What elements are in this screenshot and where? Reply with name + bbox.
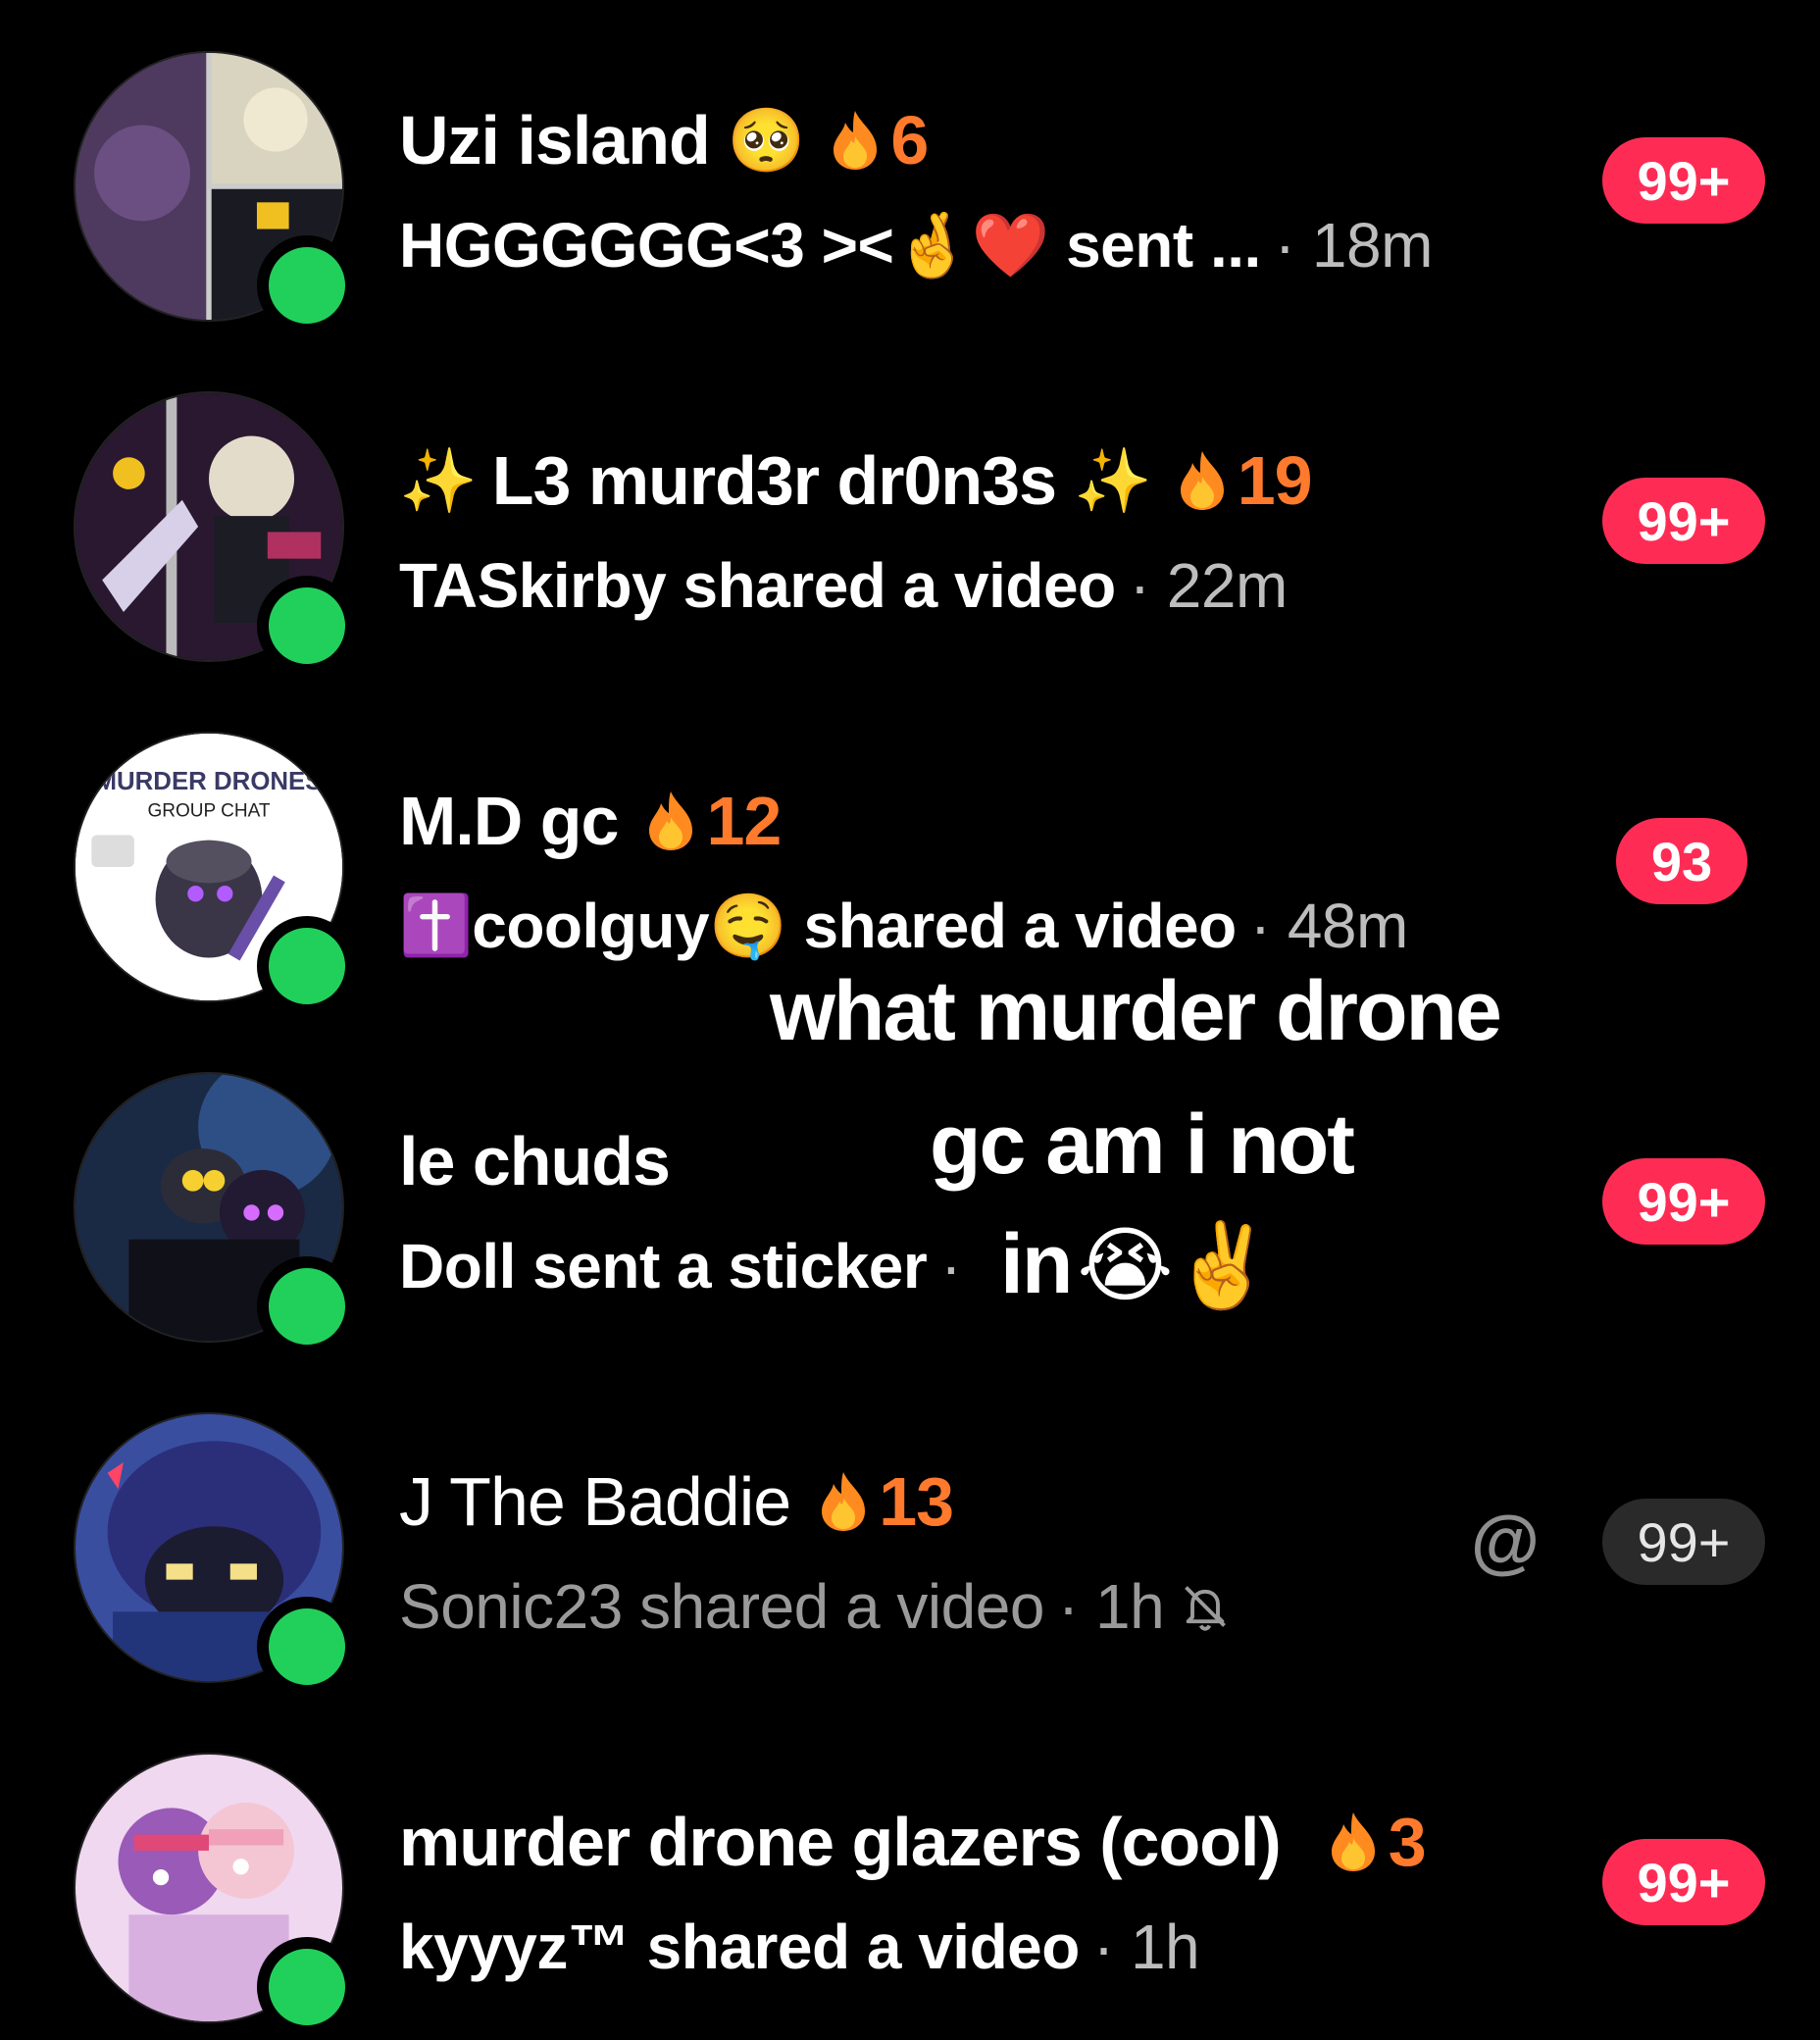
unread-badge: 99+ bbox=[1602, 1158, 1765, 1245]
chat-preview-line: kyyyz™ shared a video · 1h bbox=[399, 1906, 1200, 1988]
chat-time: · 48m bbox=[1249, 891, 1409, 961]
streak-number: 6 bbox=[890, 102, 929, 178]
flame-icon bbox=[1180, 451, 1224, 510]
bell-off-icon bbox=[1185, 1586, 1227, 1631]
chat-row-murder-drone-glazers[interactable]: murder drone glazers (cool) 3 kyyyz™ sha… bbox=[0, 1741, 1820, 2037]
chat-time: · 1h bbox=[1092, 1912, 1200, 1982]
chat-title: J The Baddie bbox=[399, 1463, 791, 1540]
crying-peace-emoji: 😭✌️ bbox=[1077, 1218, 1274, 1311]
streak-number: 3 bbox=[1388, 1804, 1427, 1880]
online-status-dot bbox=[257, 916, 357, 1016]
flame-icon bbox=[822, 1472, 866, 1531]
unread-badge: 99+ bbox=[1602, 478, 1765, 564]
chat-preview: HGGGGGG<3 ><🤞❤️ sent ... bbox=[399, 209, 1261, 280]
streak-number: 13 bbox=[879, 1463, 954, 1540]
chat-preview: TASkirby shared a video bbox=[399, 550, 1116, 621]
chat-title-line: ✨ L3 murd3r dr0n3s ✨ 19 bbox=[399, 438, 1313, 523]
chat-preview: coolguy🤤 shared a video bbox=[472, 890, 1237, 961]
chat-preview: kyyyz™ shared a video bbox=[399, 1912, 1080, 1982]
overlay-caption-line-1: what murder drone bbox=[770, 964, 1502, 1058]
chat-title-line: Uzi island 🥺 6 bbox=[399, 98, 929, 182]
chat-title: le chuds bbox=[399, 1123, 671, 1199]
overlay-caption-line-2: gc am i not bbox=[930, 1097, 1355, 1192]
sparkles-emoji-left: ✨ bbox=[399, 445, 478, 516]
sparkles-emoji-right: ✨ bbox=[1074, 445, 1152, 516]
chat-preview-line: HGGGGGG<3 ><🤞❤️ sent ... · 18m bbox=[399, 204, 1433, 286]
overlay-caption-line-3: in 😭✌️ bbox=[1000, 1216, 1274, 1313]
online-status-dot bbox=[257, 235, 357, 335]
title-emoji: 🥺 bbox=[727, 105, 806, 176]
streak-number: 19 bbox=[1237, 442, 1313, 519]
avatar-logo-subtext: GROUP CHAT bbox=[147, 800, 270, 821]
chat-title-line: murder drone glazers (cool) 3 bbox=[399, 1800, 1427, 1884]
chat-time: · bbox=[940, 1231, 962, 1301]
chat-preview: Sonic23 shared a video bbox=[399, 1571, 1044, 1642]
chat-time: · 22m bbox=[1129, 550, 1289, 621]
chat-preview-line: Doll sent a sticker · bbox=[399, 1225, 962, 1307]
streak-count: 13 bbox=[818, 1462, 954, 1541]
online-status-dot bbox=[257, 1937, 357, 2037]
chat-preview-line: TASkirby shared a video · 22m bbox=[399, 544, 1288, 627]
chat-row-le-chuds[interactable]: le chuds Doll sent a sticker · 99+ bbox=[0, 1060, 1820, 1356]
mention-icon: @ bbox=[1470, 1503, 1541, 1581]
chat-title-line: M.D gc 12 bbox=[399, 779, 782, 863]
chat-time: · 1h bbox=[1057, 1571, 1165, 1642]
streak-count: 6 bbox=[830, 101, 929, 179]
online-status-dot bbox=[257, 1256, 357, 1356]
chat-title: M.D gc bbox=[399, 783, 619, 859]
streak-count: 19 bbox=[1177, 441, 1313, 520]
unread-badge: 99+ bbox=[1602, 1499, 1765, 1585]
chat-title: Uzi island bbox=[399, 102, 711, 178]
chat-title-line: J The Baddie 13 bbox=[399, 1459, 954, 1544]
streak-number: 12 bbox=[706, 783, 782, 859]
chat-title: murder drone glazers (cool) bbox=[399, 1804, 1282, 1880]
flame-icon bbox=[1331, 1812, 1375, 1871]
cross-emoji: ✝️ bbox=[399, 892, 473, 958]
streak-count: 12 bbox=[645, 782, 782, 860]
chat-preview-line: Sonic23 shared a video · 1h bbox=[399, 1565, 1231, 1648]
chat-time: · 18m bbox=[1274, 210, 1434, 280]
chat-title-line: le chuds bbox=[399, 1119, 687, 1203]
chat-preview-line: ✝️ coolguy🤤 shared a video · 48m bbox=[399, 885, 1408, 967]
online-status-dot bbox=[257, 576, 357, 676]
overlay-caption-word: in bbox=[1000, 1217, 1073, 1311]
flame-icon bbox=[649, 791, 693, 850]
unread-badge: 99+ bbox=[1602, 137, 1765, 224]
unread-badge: 93 bbox=[1616, 818, 1747, 904]
chat-row-l3-murd3r-dr0n3s[interactable]: ✨ L3 murd3r dr0n3s ✨ 19 TASkirby shared … bbox=[0, 380, 1820, 676]
flame-icon bbox=[834, 111, 878, 170]
unread-badge: 99+ bbox=[1602, 1839, 1765, 1925]
chat-row-uzi-island[interactable]: Uzi island 🥺 6 HGGGGGG<3 ><🤞❤️ sent ... … bbox=[0, 39, 1820, 335]
online-status-dot bbox=[257, 1597, 357, 1697]
chat-title: L3 murd3r dr0n3s bbox=[491, 442, 1057, 519]
streak-count: 3 bbox=[1328, 1803, 1427, 1881]
avatar-logo-text: MURDER DRONES bbox=[95, 768, 322, 795]
chat-row-j-the-baddie[interactable]: J The Baddie 13 Sonic23 shared a video ·… bbox=[0, 1401, 1820, 1697]
chat-preview: Doll sent a sticker bbox=[399, 1231, 928, 1301]
